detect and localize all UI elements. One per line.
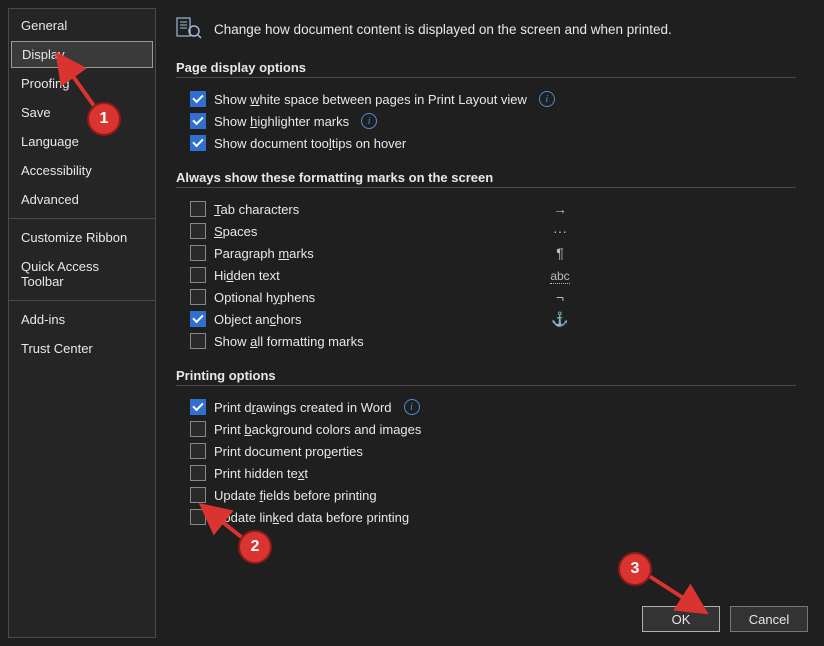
option-label[interactable]: Spaces [214, 224, 257, 239]
sidebar-separator [9, 218, 155, 219]
annotation-badge-3: 3 [618, 552, 652, 586]
sidebar-item-customize-ribbon[interactable]: Customize Ribbon [9, 223, 155, 252]
option-row: Show highlighter marks [190, 110, 796, 132]
option-row: Print hidden text [190, 462, 796, 484]
option-label[interactable]: Object anchors [214, 312, 301, 327]
option-label[interactable]: Show white space between pages in Print … [214, 92, 527, 107]
printing-options: Print drawings created in Word Print back… [176, 396, 796, 528]
checkbox[interactable] [190, 509, 206, 525]
option-label[interactable]: Print hidden text [214, 466, 308, 481]
option-label[interactable]: Hidden text [214, 268, 280, 283]
sidebar-item-general[interactable]: General [9, 11, 155, 40]
checkbox[interactable] [190, 443, 206, 459]
sidebar-item-language[interactable]: Language [9, 127, 155, 156]
section-title-printing: Printing options [176, 368, 796, 383]
formatting-mark-symbol: ¬ [550, 289, 570, 305]
option-label[interactable]: Show highlighter marks [214, 114, 349, 129]
info-icon[interactable] [539, 91, 555, 107]
checkbox[interactable] [190, 135, 206, 151]
formatting-mark-symbol: → [550, 201, 570, 217]
option-row: Hidden text abc [190, 264, 796, 286]
option-label[interactable]: Paragraph marks [214, 246, 314, 261]
checkbox[interactable] [190, 201, 206, 217]
option-row: Optional hyphens ¬ [190, 286, 796, 308]
option-label[interactable]: Update fields before printing [214, 488, 377, 503]
option-label[interactable]: Show all formatting marks [214, 334, 364, 349]
option-label[interactable]: Print background colors and images [214, 422, 421, 437]
formatting-mark-symbol: abc [550, 267, 570, 283]
checkbox[interactable] [190, 289, 206, 305]
option-row: Object anchors ⚓ [190, 308, 796, 330]
formatting-mark-symbol: ··· [550, 223, 570, 239]
section-separator [176, 385, 796, 386]
page-display-options: Show white space between pages in Print … [176, 88, 796, 154]
settings-sidebar: General Display Proofing Save Language A… [8, 8, 156, 638]
option-row: Paragraph marks ¶ [190, 242, 796, 264]
info-icon[interactable] [404, 399, 420, 415]
annotation-badge-1: 1 [87, 102, 121, 136]
checkbox[interactable] [190, 465, 206, 481]
page-subtitle: Change how document content is displayed… [214, 22, 672, 37]
section-separator [176, 77, 796, 78]
dialog-footer: OK Cancel [642, 606, 808, 632]
checkbox[interactable] [190, 399, 206, 415]
checkbox[interactable] [190, 421, 206, 437]
option-row: Spaces ··· [190, 220, 796, 242]
sidebar-item-trust-center[interactable]: Trust Center [9, 334, 155, 363]
checkbox[interactable] [190, 267, 206, 283]
section-title-formatting-marks: Always show these formatting marks on th… [176, 170, 796, 185]
section-separator [176, 187, 796, 188]
option-row: Update fields before printing [190, 484, 796, 506]
option-label[interactable]: Print document properties [214, 444, 363, 459]
ok-button[interactable]: OK [642, 606, 720, 632]
option-row: Show document tooltips on hover [190, 132, 796, 154]
sidebar-separator [9, 300, 155, 301]
sidebar-item-accessibility[interactable]: Accessibility [9, 156, 155, 185]
option-label[interactable]: Optional hyphens [214, 290, 315, 305]
page-header: Change how document content is displayed… [176, 16, 796, 42]
option-label[interactable]: Update linked data before printing [214, 510, 409, 525]
page-display-icon [176, 16, 202, 42]
option-row: Update linked data before printing [190, 506, 796, 528]
formatting-mark-symbol: ⚓ [550, 311, 570, 328]
option-row: Tab characters → [190, 198, 796, 220]
option-label[interactable]: Tab characters [214, 202, 299, 217]
checkbox[interactable] [190, 91, 206, 107]
formatting-mark-symbol: ¶ [550, 245, 570, 261]
sidebar-item-display[interactable]: Display [11, 41, 153, 68]
option-label[interactable]: Print drawings created in Word [214, 400, 392, 415]
option-row: Show white space between pages in Print … [190, 88, 796, 110]
sidebar-item-quick-access-toolbar[interactable]: Quick Access Toolbar [9, 252, 155, 296]
option-row: Print document properties [190, 440, 796, 462]
sidebar-item-add-ins[interactable]: Add-ins [9, 305, 155, 334]
cancel-button[interactable]: Cancel [730, 606, 808, 632]
annotation-badge-2: 2 [238, 530, 272, 564]
checkbox[interactable] [190, 113, 206, 129]
checkbox[interactable] [190, 245, 206, 261]
option-row: Show all formatting marks [190, 330, 796, 352]
section-title-page-display: Page display options [176, 60, 796, 75]
info-icon[interactable] [361, 113, 377, 129]
sidebar-item-proofing[interactable]: Proofing [9, 69, 155, 98]
checkbox[interactable] [190, 311, 206, 327]
checkbox[interactable] [190, 223, 206, 239]
sidebar-item-save[interactable]: Save [9, 98, 155, 127]
checkbox[interactable] [190, 487, 206, 503]
sidebar-item-advanced[interactable]: Advanced [9, 185, 155, 214]
option-row: Print background colors and images [190, 418, 796, 440]
checkbox[interactable] [190, 333, 206, 349]
option-label[interactable]: Show document tooltips on hover [214, 136, 406, 151]
option-row: Print drawings created in Word [190, 396, 796, 418]
formatting-marks-options: Tab characters → Spaces ··· Paragraph marks ¶… [176, 198, 796, 352]
